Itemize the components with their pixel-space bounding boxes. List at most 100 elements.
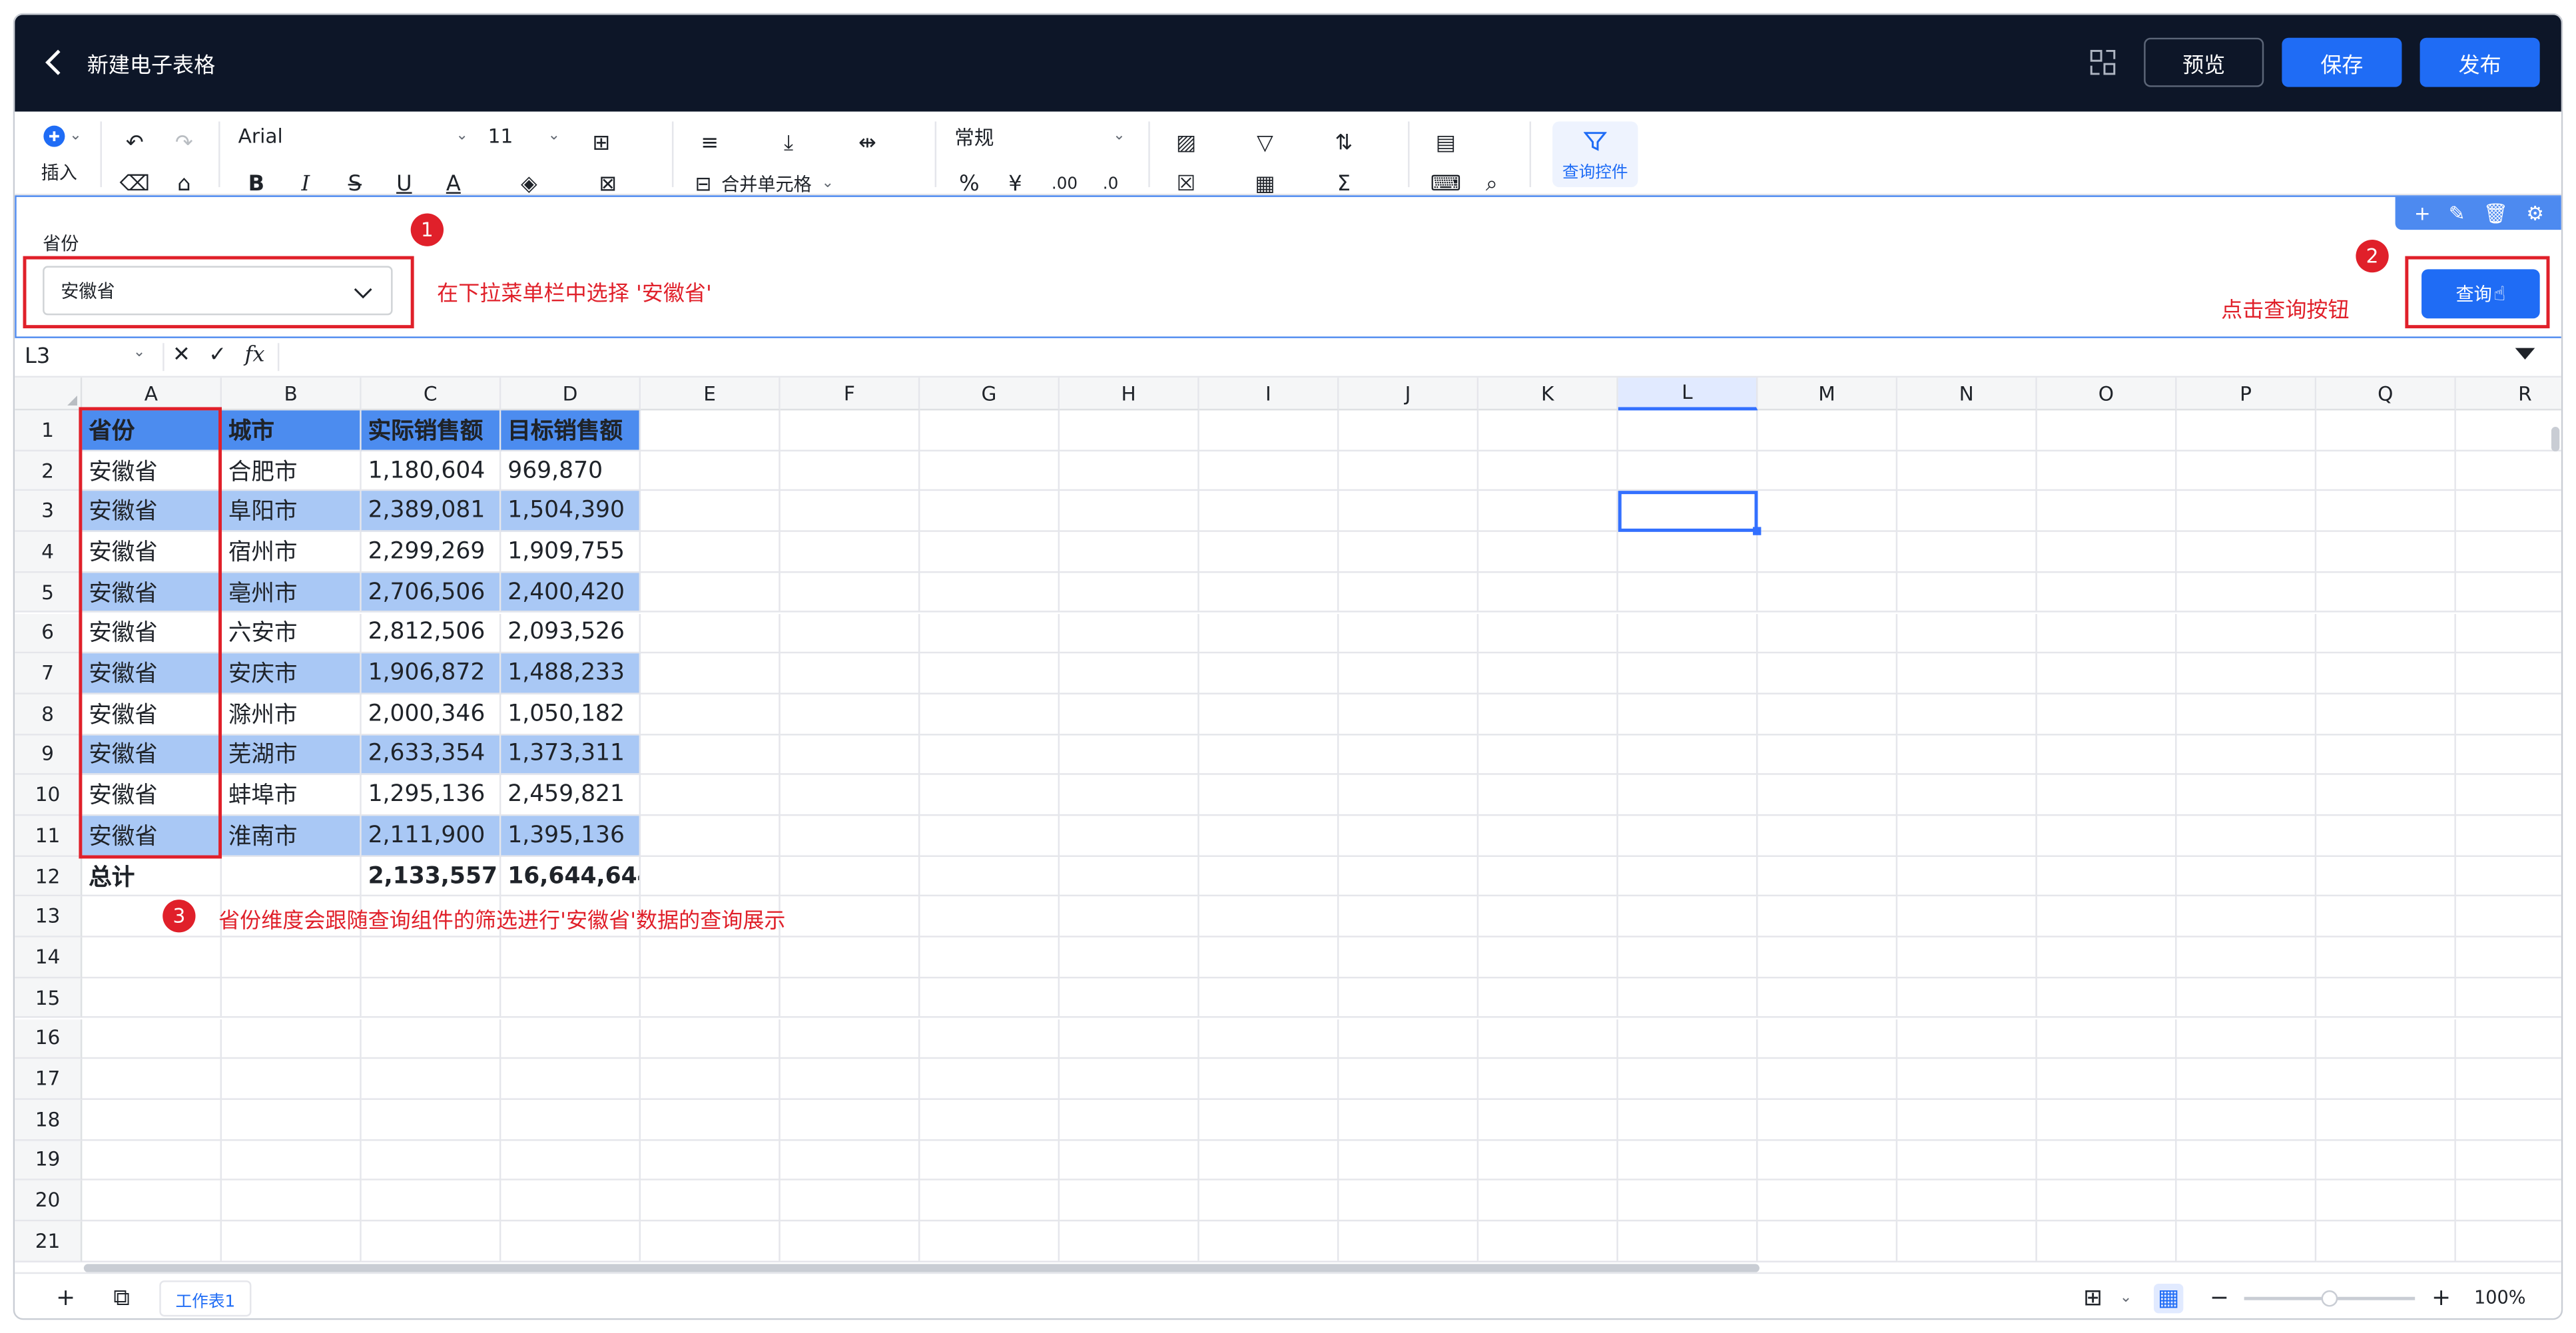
grid-cell[interactable]	[2176, 977, 2317, 1019]
column-header[interactable]: H	[1060, 378, 1199, 411]
grid-cell[interactable]	[1618, 937, 1758, 978]
column-header[interactable]: A	[82, 378, 222, 411]
grid-cell[interactable]	[780, 1140, 920, 1181]
decimal-decrease-icon[interactable]: .0	[1096, 169, 1125, 198]
grid-cell[interactable]	[1060, 856, 1199, 898]
column-header[interactable]: G	[920, 378, 1060, 411]
grid-cell[interactable]: 总计	[82, 856, 222, 898]
grid-cell[interactable]	[1478, 937, 1618, 978]
grid-cell[interactable]	[1478, 1181, 1618, 1222]
grid-cell[interactable]	[1897, 856, 2037, 898]
grid-cell[interactable]	[1060, 1221, 1199, 1262]
grid-cell[interactable]	[920, 1221, 1060, 1262]
grid-cell[interactable]: 宿州市	[222, 532, 362, 573]
grid-cell[interactable]	[2455, 694, 2561, 735]
grid-cell[interactable]	[780, 532, 920, 573]
grid-cell[interactable]	[920, 1140, 1060, 1181]
grid-cell[interactable]: 1,504,390	[501, 491, 641, 533]
grid-cell[interactable]	[1199, 816, 1339, 857]
filter-icon[interactable]: ▽	[1250, 128, 1279, 157]
grid-cell[interactable]	[1618, 775, 1758, 816]
row-header[interactable]: 10	[15, 775, 83, 816]
grid-cell[interactable]: 合肥市	[222, 451, 362, 492]
grid-cell[interactable]	[501, 1059, 641, 1100]
grid-cell[interactable]	[361, 1059, 501, 1100]
grid-cell[interactable]	[2316, 816, 2456, 857]
column-header[interactable]: B	[222, 378, 362, 411]
grid-cell[interactable]	[1339, 897, 1479, 937]
grid-cell[interactable]	[780, 937, 920, 978]
zoom-slider-thumb[interactable]	[2321, 1290, 2338, 1307]
grid-cell[interactable]	[1339, 694, 1479, 735]
font-size-select[interactable]: 11 ⌄	[488, 121, 561, 150]
grid-cell[interactable]	[2455, 816, 2561, 857]
grid-cell[interactable]	[1478, 613, 1618, 654]
grid-cell[interactable]	[2176, 1059, 2317, 1100]
grid-cell[interactable]	[222, 1221, 362, 1262]
row-header[interactable]: 20	[15, 1181, 83, 1222]
grid-cell[interactable]	[361, 1140, 501, 1181]
row-header[interactable]: 9	[15, 734, 83, 776]
grid-cell[interactable]	[2455, 775, 2561, 816]
grid-cell[interactable]: 淮南市	[222, 816, 362, 857]
grid-cell[interactable]	[2316, 532, 2456, 573]
grid-cell[interactable]	[82, 1140, 222, 1181]
query-control-button[interactable]: 查询控件	[1552, 121, 1638, 188]
grid-cell[interactable]	[1199, 491, 1339, 533]
grid-cell[interactable]	[1199, 532, 1339, 573]
grid-cell[interactable]	[641, 816, 781, 857]
grid-cell[interactable]	[780, 1018, 920, 1059]
grid-cell[interactable]	[222, 1181, 362, 1222]
grid-cell[interactable]	[1758, 1181, 1898, 1222]
row-header[interactable]: 1	[15, 410, 83, 451]
grid-cell[interactable]	[1199, 1181, 1339, 1222]
grid-cell[interactable]: 2,633,354	[361, 734, 501, 776]
grid-cell[interactable]	[920, 1099, 1060, 1141]
grid-cell[interactable]	[920, 410, 1060, 451]
grid-cell[interactable]	[2176, 694, 2317, 735]
grid-cell[interactable]	[1478, 532, 1618, 573]
grid-cell[interactable]	[1339, 653, 1479, 694]
grid-cell[interactable]	[2316, 451, 2456, 492]
grid-cell[interactable]	[1060, 897, 1199, 937]
grid-cell[interactable]	[1618, 734, 1758, 776]
grid-cell[interactable]	[1758, 694, 1898, 735]
grid-cell[interactable]	[920, 491, 1060, 533]
grid-cell[interactable]	[2037, 1221, 2177, 1262]
grid-cell[interactable]	[2455, 1059, 2561, 1100]
format-painter-icon[interactable]: ⌫	[120, 169, 150, 198]
grid-cell[interactable]	[2037, 1059, 2177, 1100]
grid-cell[interactable]	[2176, 775, 2317, 816]
grid-cell[interactable]	[2316, 937, 2456, 978]
grid-cell[interactable]	[222, 977, 362, 1019]
grid-cell[interactable]	[1060, 1181, 1199, 1222]
grid-cell[interactable]	[1618, 613, 1758, 654]
grid-cell[interactable]	[641, 1018, 781, 1059]
grid-cell[interactable]: 2,459,821	[501, 775, 641, 816]
grid-cell[interactable]	[501, 1099, 641, 1141]
grid-cell[interactable]	[2176, 1140, 2317, 1181]
column-header[interactable]: E	[641, 378, 781, 411]
grid-cell[interactable]	[1478, 451, 1618, 492]
grid-cell[interactable]	[2316, 897, 2456, 937]
grid-cell[interactable]	[1897, 410, 2037, 451]
grid-cell[interactable]	[780, 694, 920, 735]
grid-cell[interactable]: 1,050,182	[501, 694, 641, 735]
row-header[interactable]: 19	[15, 1140, 83, 1181]
grid-cell[interactable]: 2,812,506	[361, 613, 501, 654]
grid-cell[interactable]: 1,909,755	[501, 532, 641, 573]
grid-cell[interactable]	[780, 734, 920, 776]
grid-cell[interactable]	[1199, 451, 1339, 492]
grid-cell[interactable]	[2176, 653, 2317, 694]
border-style-icon[interactable]: ⊠	[593, 169, 623, 198]
grid-cell[interactable]	[1758, 1018, 1898, 1059]
cell-reference[interactable]: L3	[25, 345, 50, 370]
strikethrough-icon[interactable]: S	[340, 169, 370, 198]
grid-cell[interactable]	[1060, 410, 1199, 451]
italic-icon[interactable]: I	[291, 169, 320, 198]
spreadsheet-grid[interactable]: A B C D E F G H I J K L M N O P Q R 1 2 3 4 5 6 7 8 9 10 11 12 13 14 15 1…	[15, 378, 2561, 1272]
sheet-list-icon[interactable]: ⧉	[107, 1284, 136, 1313]
grid-cell[interactable]	[641, 734, 781, 776]
grid-cell[interactable]	[82, 897, 222, 937]
grid-cell[interactable]	[1199, 856, 1339, 898]
